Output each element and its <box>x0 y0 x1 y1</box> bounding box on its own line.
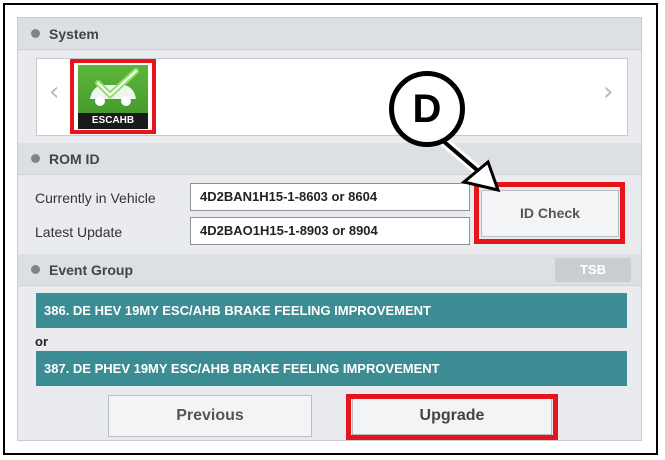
callout-d: D <box>389 71 465 147</box>
callout-arrow-icon <box>437 135 501 193</box>
